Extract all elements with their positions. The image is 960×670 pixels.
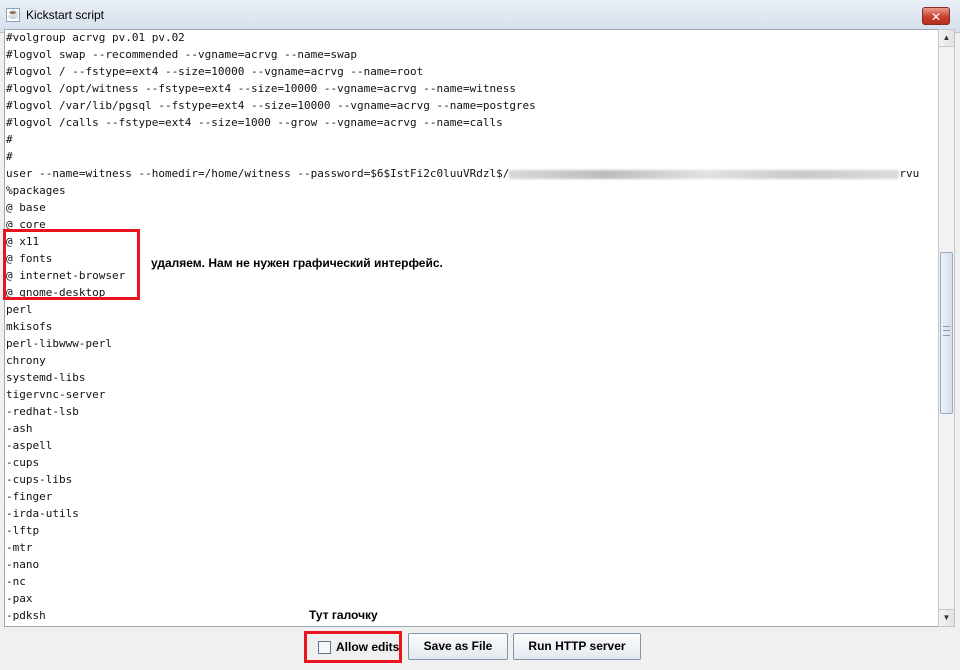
code-line-text: #volgroup acrvg pv.01 pv.02 <box>6 31 185 44</box>
code-line-text: #logvol swap --recommended --vgname=acrv… <box>6 48 357 61</box>
code-line-text: -pax <box>6 592 33 605</box>
code-line: -redhat-lsb <box>6 403 919 420</box>
code-line-text: mkisofs <box>6 320 53 333</box>
code-line-text: -nc <box>6 575 26 588</box>
code-line: systemd-libs <box>6 369 919 386</box>
code-line: -nano <box>6 556 919 573</box>
code-line-text: -ash <box>6 422 33 435</box>
scroll-down-icon[interactable]: ▼ <box>939 609 954 626</box>
code-line: @ fonts <box>6 250 919 267</box>
code-line-text: -cups <box>6 456 40 469</box>
code-line-text: perl <box>6 303 33 316</box>
code-line-text: -redhat-lsb <box>6 405 79 418</box>
code-line-suffix: rvu <box>899 167 920 180</box>
code-line: perl <box>6 301 919 318</box>
code-line-text: -irda-utils <box>6 507 79 520</box>
code-line: -finger <box>6 488 919 505</box>
code-line: # <box>6 131 919 148</box>
code-line: -ash <box>6 420 919 437</box>
code-line-text: %packages <box>6 184 66 197</box>
code-line: -irda-utils <box>6 505 919 522</box>
code-line: @ x11 <box>6 233 919 250</box>
code-line: @ core <box>6 216 919 233</box>
code-line: chrony <box>6 352 919 369</box>
code-line: #logvol swap --recommended --vgname=acrv… <box>6 46 919 63</box>
code-line-text: user --name=witness --homedir=/home/witn… <box>6 167 510 180</box>
code-line-text: perl-libwww-perl <box>6 337 112 350</box>
code-line-text: #logvol / --fstype=ext4 --size=10000 --v… <box>6 65 424 78</box>
code-line: perl-libwww-perl <box>6 335 919 352</box>
code-line: #logvol / --fstype=ext4 --size=10000 --v… <box>6 63 919 80</box>
code-line: -cups-libs <box>6 471 919 488</box>
code-line: #volgroup acrvg pv.01 pv.02 <box>6 30 919 46</box>
code-line-text: # <box>6 150 13 163</box>
code-line: @ internet-browser <box>6 267 919 284</box>
java-app-icon: ☕ <box>6 8 20 22</box>
code-line: %packages <box>6 182 919 199</box>
scroll-up-icon[interactable]: ▲ <box>939 30 954 47</box>
code-line-text: systemd-libs <box>6 371 86 384</box>
code-line-text: -pdksh <box>6 609 46 622</box>
code-line: -cups <box>6 454 919 471</box>
code-line-text: @ base <box>6 201 46 214</box>
packages-highlight-box <box>3 229 140 300</box>
code-line-text: -nano <box>6 558 40 571</box>
close-button[interactable]: ✕ <box>922 7 950 25</box>
code-line-text: -aspell <box>6 439 53 452</box>
code-line: # <box>6 148 919 165</box>
code-line-text: -lftp <box>6 524 40 537</box>
code-line: -lftp <box>6 522 919 539</box>
code-line: -aspell <box>6 437 919 454</box>
code-line: @ gnome-desktop <box>6 284 919 301</box>
remove-packages-note: удаляем. Нам не нужен графический интерф… <box>151 256 443 270</box>
code-line: mkisofs <box>6 318 919 335</box>
code-line: -mtr <box>6 539 919 556</box>
vertical-scrollbar[interactable]: ▲ ▼ <box>938 29 955 627</box>
code-line: tigervnc-server <box>6 386 919 403</box>
code-line: @ base <box>6 199 919 216</box>
code-line: user --name=witness --homedir=/home/witn… <box>6 165 919 182</box>
code-line: -nc <box>6 573 919 590</box>
code-line-text: tigervnc-server <box>6 388 106 401</box>
window-title: Kickstart script <box>26 8 105 22</box>
code-line-text: chrony <box>6 354 46 367</box>
checkbox-note: Тут галочку <box>309 608 378 622</box>
script-editor[interactable]: #volgroup acrvg pv.01 pv.02 #logvol swap … <box>4 29 940 627</box>
save-as-file-button[interactable]: Save as File <box>408 633 508 660</box>
code-line: #logvol /opt/witness --fstype=ext4 --siz… <box>6 80 919 97</box>
allow-edits-checkbox[interactable]: Allow edits <box>318 639 399 655</box>
code-line: #logvol /calls --fstype=ext4 --size=1000… <box>6 114 919 131</box>
code-line-text: #logvol /var/lib/pgsql --fstype=ext4 --s… <box>6 99 536 112</box>
code-line: -pdksh <box>6 607 919 624</box>
scroll-thumb[interactable] <box>940 252 953 414</box>
run-http-server-button[interactable]: Run HTTP server <box>513 633 641 660</box>
code-line-text: -mtr <box>6 541 33 554</box>
code-line-text: -finger <box>6 490 53 503</box>
code-line-text: #logvol /opt/witness --fstype=ext4 --siz… <box>6 82 516 95</box>
checkbox-icon[interactable] <box>318 640 331 654</box>
allow-edits-label: Allow edits <box>336 640 400 654</box>
code-line-text: #logvol /calls --fstype=ext4 --size=1000… <box>6 116 503 129</box>
code-lines: #volgroup acrvg pv.01 pv.02 #logvol swap … <box>6 30 919 624</box>
grip-icon <box>943 326 950 336</box>
code-line-text: -cups-libs <box>6 473 73 486</box>
redacted-password-hash <box>509 169 900 179</box>
code-line-text: # <box>6 133 13 146</box>
code-line: -pax <box>6 590 919 607</box>
code-line: #logvol /var/lib/pgsql --fstype=ext4 --s… <box>6 97 919 114</box>
